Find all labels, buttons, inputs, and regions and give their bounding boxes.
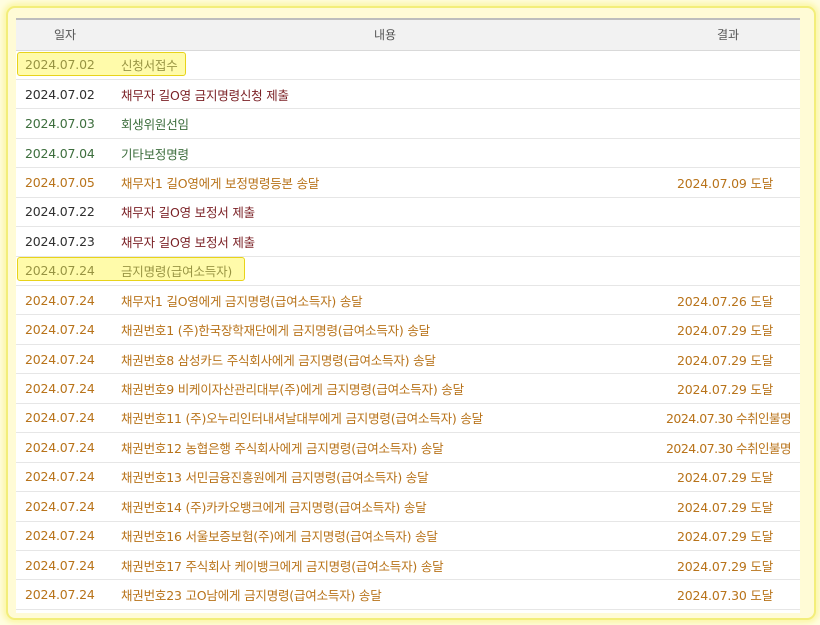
row-result: 2024.07.30 수취인불명 <box>656 403 800 434</box>
table-row: 2024.07.24 채권번호9 비케이자산관리대부(주)에게 금지명령(급여소… <box>16 373 800 404</box>
row-content: 채무자 길O영 보정서 제출 <box>114 226 656 257</box>
row-content: 채무자 길O영 금지명령신청 제출 <box>114 79 656 110</box>
row-result: 2024.07.29 도달 <box>656 373 800 404</box>
table-row: 2024.07.24 채권번호11 (주)오누리인터내셔날대부에게 금지명령(급… <box>16 403 800 434</box>
table-row: 2024.07.24 채권번호12 농협은행 주식회사에게 금지명령(급여소득자… <box>16 432 800 463</box>
case-progress-panel: 일자 내용 결과 2024.07.02 신청서접수 2024.07.02 채무자… <box>16 18 800 613</box>
table-row: 2024.07.02 채무자 길O영 금지명령신청 제출 <box>16 79 800 110</box>
table-row: 2024.07.04 기타보정명령 <box>16 138 800 169</box>
row-result <box>656 108 800 139</box>
table-row: 2024.07.24 채권번호16 서울보증보험(주)에게 금지명령(급여소득자… <box>16 521 800 551</box>
table-row: 2024.07.24 채무자1 길O영에게 금지명령(급여소득자) 송달 202… <box>16 285 800 316</box>
table-header-row: 일자 내용 결과 <box>16 18 800 51</box>
table-row: 2024.07.24 채권번호14 (주)카카오뱅크에게 금지명령(급여소득자)… <box>16 491 800 522</box>
row-date: 2024.07.02 <box>16 50 114 80</box>
row-content: 기타보정명령 <box>114 138 656 169</box>
row-date: 2024.07.22 <box>16 197 114 228</box>
row-content: 채권번호8 삼성카드 주식회사에게 금지명령(급여소득자) 송달 <box>114 344 656 375</box>
table-row: 2024.07.24 금지명령(급여소득자) <box>16 256 800 287</box>
row-result: 2024.07.30 수취인불명 <box>656 432 800 463</box>
row-result <box>656 197 800 228</box>
row-content: 채권번호11 (주)오누리인터내셔날대부에게 금지명령(급여소득자) 송달 <box>114 403 656 434</box>
row-date: 2024.07.24 <box>16 403 114 434</box>
table-row: 2024.07.22 채무자 길O영 보정서 제출 <box>16 197 800 228</box>
row-result <box>656 50 800 80</box>
row-date: 2024.07.24 <box>16 550 114 581</box>
row-date: 2024.07.24 <box>16 285 114 316</box>
row-result <box>656 256 800 287</box>
row-content: 채권번호13 서민금융진흥원에게 금지명령(급여소득자) 송달 <box>114 462 656 493</box>
row-content: 채권번호23 고O남에게 금지명령(급여소득자) 송달 <box>114 579 656 610</box>
row-result <box>656 138 800 169</box>
row-date: 2024.07.23 <box>16 226 114 257</box>
table-row: 2024.07.24 채권번호1 (주)한국장학재단에게 금지명령(급여소득자)… <box>16 314 800 345</box>
row-result: 2024.07.26 도달 <box>656 285 800 316</box>
row-result: 2024.07.29 도달 <box>656 521 800 551</box>
table-row: 2024.07.02 신청서접수 <box>16 50 800 80</box>
table-row: 2024.07.05 채무자1 길O영에게 보정명령등본 송달 2024.07.… <box>16 167 800 198</box>
row-date: 2024.07.24 <box>16 314 114 345</box>
row-result: 2024.07.29 도달 <box>656 550 800 581</box>
row-content: 신청서접수 <box>114 50 656 80</box>
row-result: 2024.07.29 도달 <box>656 462 800 493</box>
row-content: 채권번호14 (주)카카오뱅크에게 금지명령(급여소득자) 송달 <box>114 491 656 522</box>
row-date: 2024.07.24 <box>16 432 114 463</box>
row-content: 채무자1 길O영에게 금지명령(급여소득자) 송달 <box>114 285 656 316</box>
row-content: 채권번호17 주식회사 케이뱅크에게 금지명령(급여소득자) 송달 <box>114 550 656 581</box>
row-content: 금지명령(급여소득자) <box>114 256 656 287</box>
row-date: 2024.07.24 <box>16 462 114 493</box>
case-history-table: 일자 내용 결과 2024.07.02 신청서접수 2024.07.02 채무자… <box>16 18 800 610</box>
row-result: 2024.07.30 도달 <box>656 579 800 610</box>
row-content: 채권번호1 (주)한국장학재단에게 금지명령(급여소득자) 송달 <box>114 314 656 345</box>
row-result: 2024.07.09 도달 <box>656 167 800 198</box>
row-date: 2024.07.03 <box>16 108 114 139</box>
table-row: 2024.07.24 채권번호23 고O남에게 금지명령(급여소득자) 송달 2… <box>16 579 800 610</box>
row-result: 2024.07.29 도달 <box>656 344 800 375</box>
row-content: 채권번호9 비케이자산관리대부(주)에게 금지명령(급여소득자) 송달 <box>114 373 656 404</box>
row-result <box>656 79 800 110</box>
row-date: 2024.07.02 <box>16 79 114 110</box>
row-date: 2024.07.04 <box>16 138 114 169</box>
row-content: 회생위원선임 <box>114 108 656 139</box>
row-result: 2024.07.29 도달 <box>656 314 800 345</box>
row-result <box>656 226 800 257</box>
row-result: 2024.07.29 도달 <box>656 491 800 522</box>
table-row: 2024.07.24 채권번호13 서민금융진흥원에게 금지명령(급여소득자) … <box>16 462 800 493</box>
table-row: 2024.07.23 채무자 길O영 보정서 제출 <box>16 226 800 257</box>
row-date: 2024.07.24 <box>16 373 114 404</box>
table-row: 2024.07.24 채권번호17 주식회사 케이뱅크에게 금지명령(급여소득자… <box>16 550 800 581</box>
row-content: 채권번호16 서울보증보험(주)에게 금지명령(급여소득자) 송달 <box>114 521 656 551</box>
table-row: 2024.07.24 채권번호8 삼성카드 주식회사에게 금지명령(급여소득자)… <box>16 344 800 375</box>
row-date: 2024.07.24 <box>16 521 114 551</box>
header-content: 내용 <box>114 18 656 51</box>
table-row: 2024.07.03 회생위원선임 <box>16 108 800 139</box>
row-date: 2024.07.24 <box>16 344 114 375</box>
header-result: 결과 <box>656 18 800 51</box>
row-date: 2024.07.24 <box>16 579 114 610</box>
row-date: 2024.07.05 <box>16 167 114 198</box>
row-date: 2024.07.24 <box>16 256 114 287</box>
row-content: 채무자1 길O영에게 보정명령등본 송달 <box>114 167 656 198</box>
header-date: 일자 <box>16 18 114 51</box>
row-content: 채권번호12 농협은행 주식회사에게 금지명령(급여소득자) 송달 <box>114 432 656 463</box>
row-content: 채무자 길O영 보정서 제출 <box>114 197 656 228</box>
row-date: 2024.07.24 <box>16 491 114 522</box>
